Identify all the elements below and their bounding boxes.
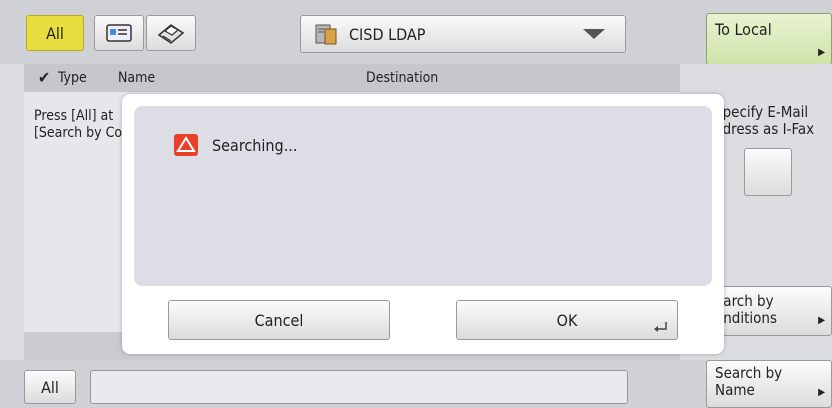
chevron-right-icon: ▶ bbox=[818, 47, 825, 58]
fax-button[interactable] bbox=[146, 15, 196, 51]
enter-return-icon bbox=[654, 322, 667, 332]
bottom-search-field[interactable] bbox=[90, 370, 628, 404]
chevron-right-icon: ▶ bbox=[818, 315, 825, 326]
destination-column-header[interactable]: Destination bbox=[366, 70, 438, 86]
list-instruction: Press [All] at [Search by Co bbox=[34, 108, 122, 142]
searching-dialog: Searching... Cancel OK bbox=[122, 94, 724, 354]
to-local-button[interactable]: To Local ▶ bbox=[706, 13, 832, 65]
bottom-all-button[interactable]: All bbox=[24, 370, 76, 404]
chevron-down-icon bbox=[583, 29, 605, 39]
search-conditions-line2: onditions bbox=[715, 309, 778, 327]
cancel-label: Cancel bbox=[254, 310, 304, 330]
search-by-name-button[interactable]: Search by Name ▶ bbox=[706, 360, 832, 408]
fax-icon bbox=[157, 24, 185, 44]
list-instruction-line1: Press [All] at bbox=[34, 108, 114, 124]
address-book-icon bbox=[106, 24, 132, 42]
all-filter-label: All bbox=[46, 23, 64, 43]
list-header: ✔ Type Name Destination bbox=[24, 64, 680, 92]
ok-button[interactable]: OK bbox=[456, 300, 678, 340]
specify-line2: ddress as I-Fax bbox=[714, 120, 815, 138]
specify-email-ifax-toggle[interactable] bbox=[744, 148, 792, 196]
specify-email-ifax-label: Specify E-Mail ddress as I-Fax bbox=[714, 104, 814, 138]
all-filter-button[interactable]: All bbox=[26, 15, 84, 51]
specify-line1: Specify E-Mail bbox=[714, 103, 809, 121]
cancel-button[interactable]: Cancel bbox=[168, 300, 390, 340]
checkmark-icon: ✔ bbox=[38, 68, 51, 87]
to-local-label: To Local bbox=[715, 20, 772, 39]
name-column-header[interactable]: Name bbox=[118, 70, 155, 86]
address-source-dropdown[interactable]: CISD LDAP bbox=[300, 15, 626, 53]
address-book-button[interactable] bbox=[94, 15, 144, 51]
ok-label: OK bbox=[556, 310, 578, 330]
search-conditions-line1: earch by bbox=[715, 292, 774, 310]
bottom-all-label: All bbox=[41, 377, 59, 397]
search-name-line2: Name bbox=[715, 381, 755, 399]
search-by-conditions-button[interactable]: earch by onditions ▶ bbox=[708, 286, 832, 336]
dialog-message: Searching... bbox=[212, 136, 298, 155]
search-name-line1: Search by bbox=[715, 364, 783, 382]
warning-icon bbox=[174, 134, 198, 156]
list-instruction-line2: [Search by Co bbox=[34, 125, 123, 141]
address-source-value: CISD LDAP bbox=[349, 24, 426, 44]
ldap-server-icon bbox=[315, 24, 337, 45]
dialog-message-area: Searching... bbox=[134, 106, 712, 286]
type-column-header[interactable]: Type bbox=[58, 70, 87, 86]
chevron-right-icon: ▶ bbox=[818, 387, 825, 398]
